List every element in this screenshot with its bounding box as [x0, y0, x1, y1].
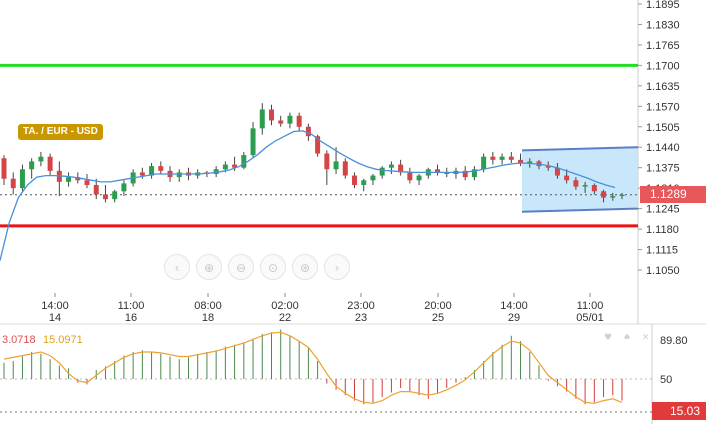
price-tick-label: 1.1245	[646, 204, 680, 216]
price-chart[interactable]: 1.1895 1.1830 1.1765 1.1700 1.1635 1.1570 1.15…	[0, 0, 706, 424]
date-tick-label: 14	[49, 312, 61, 324]
time-tick-label: 11:00	[577, 300, 604, 312]
price-tick-label: 1.1570	[646, 101, 680, 113]
candle-body	[601, 191, 607, 198]
zoom-fit-icon[interactable]: ⊛	[292, 254, 318, 280]
candle-body	[250, 128, 256, 156]
time-tick-label: 02:00	[271, 300, 299, 312]
candle-body	[84, 180, 90, 186]
candle-body	[388, 164, 394, 168]
price-tick-label: 1.1765	[646, 40, 680, 52]
date-tick-label: 22	[279, 312, 291, 324]
time-tick-label: 08:00	[194, 300, 222, 312]
candle-body	[573, 180, 579, 187]
candle-body	[139, 172, 145, 176]
time-tick-label: 14:00	[500, 300, 528, 312]
candle-body	[38, 156, 44, 162]
candle-body	[352, 175, 358, 186]
candle-body	[1, 158, 7, 179]
price-tick-label: 1.1440	[646, 142, 680, 154]
candle-body	[268, 109, 274, 121]
candle-body	[610, 196, 616, 198]
candle-body	[93, 185, 99, 195]
date-tick-label: 29	[508, 312, 520, 324]
time-tick-label: 14:00	[41, 300, 69, 312]
price-tick-label: 1.1050	[646, 265, 680, 277]
candle-body	[481, 156, 487, 170]
indicator-axis-label: 89.80	[660, 335, 688, 347]
candle-body	[47, 156, 53, 171]
price-tick-label: 1.1635	[646, 81, 680, 93]
candle-body	[407, 172, 413, 181]
price-tick-label: 1.1700	[646, 60, 680, 72]
candle-body	[112, 191, 118, 200]
date-tick-label: 23	[355, 312, 367, 324]
candle-body	[333, 161, 339, 170]
candle-body	[619, 194, 625, 197]
candle-body	[499, 156, 505, 160]
indicator-settings-icon[interactable]: ♥ ♠ ✕	[604, 333, 653, 343]
price-tick-label: 1.1830	[646, 19, 680, 31]
candle-body	[490, 156, 496, 160]
candle-body	[19, 169, 25, 189]
price-tick-label: 1.1180	[646, 224, 679, 236]
candle-body	[222, 164, 228, 170]
indicator-value-1: 3.0718	[2, 334, 36, 346]
date-tick-label: 25	[432, 312, 444, 324]
price-tick-label: 1.1895	[646, 0, 680, 11]
candle-body	[29, 161, 35, 170]
candle-body	[158, 166, 164, 171]
candle-body	[416, 175, 422, 181]
candle-body	[287, 115, 293, 124]
candle-body	[342, 161, 348, 176]
candle-body	[324, 153, 330, 170]
date-tick-label: 18	[202, 312, 214, 324]
price-tick-label: 1.1375	[646, 163, 680, 175]
candle-body	[379, 167, 385, 176]
candle-body	[176, 172, 182, 178]
candle-body	[102, 194, 108, 200]
instrument-label[interactable]: TA. / EUR - USD	[18, 124, 103, 140]
time-tick-label: 20:00	[424, 300, 452, 312]
candle-body	[361, 180, 367, 186]
candle-body	[508, 156, 514, 160]
date-tick-label: 16	[125, 312, 137, 324]
candle-body	[66, 177, 72, 182]
zoom-out-icon[interactable]: ⊖	[228, 254, 254, 280]
candle-body	[296, 115, 302, 127]
candle-body	[278, 120, 284, 124]
candle-body	[10, 178, 16, 189]
current-price-badge: 1.1289	[640, 186, 706, 203]
scroll-right-icon[interactable]: ›	[324, 254, 350, 280]
indicator-current-badge: 15.03	[652, 402, 706, 420]
indicator-value-2: 15.0971	[43, 334, 83, 346]
zoom-in-icon[interactable]: ⊕	[196, 254, 222, 280]
price-tick-label: 1.1505	[646, 122, 680, 134]
candle-body	[259, 109, 265, 129]
candle-body	[241, 155, 247, 168]
zoom-reset-icon[interactable]: ⊙	[260, 254, 286, 280]
candle-body	[564, 175, 570, 181]
candle-body	[121, 183, 127, 192]
time-tick-label: 23:00	[347, 300, 375, 312]
trend-channel	[522, 147, 638, 212]
candle-body	[582, 185, 588, 187]
price-tick-label: 1.1115	[646, 245, 678, 257]
time-tick-label: 11:00	[118, 300, 145, 312]
candle-body	[370, 175, 376, 181]
indicator-axis-label: 50	[660, 374, 672, 386]
candle-body	[305, 126, 311, 137]
candle-body	[591, 185, 597, 192]
date-tick-label: 05/01	[576, 312, 604, 324]
scroll-left-icon[interactable]: ‹	[164, 254, 190, 280]
